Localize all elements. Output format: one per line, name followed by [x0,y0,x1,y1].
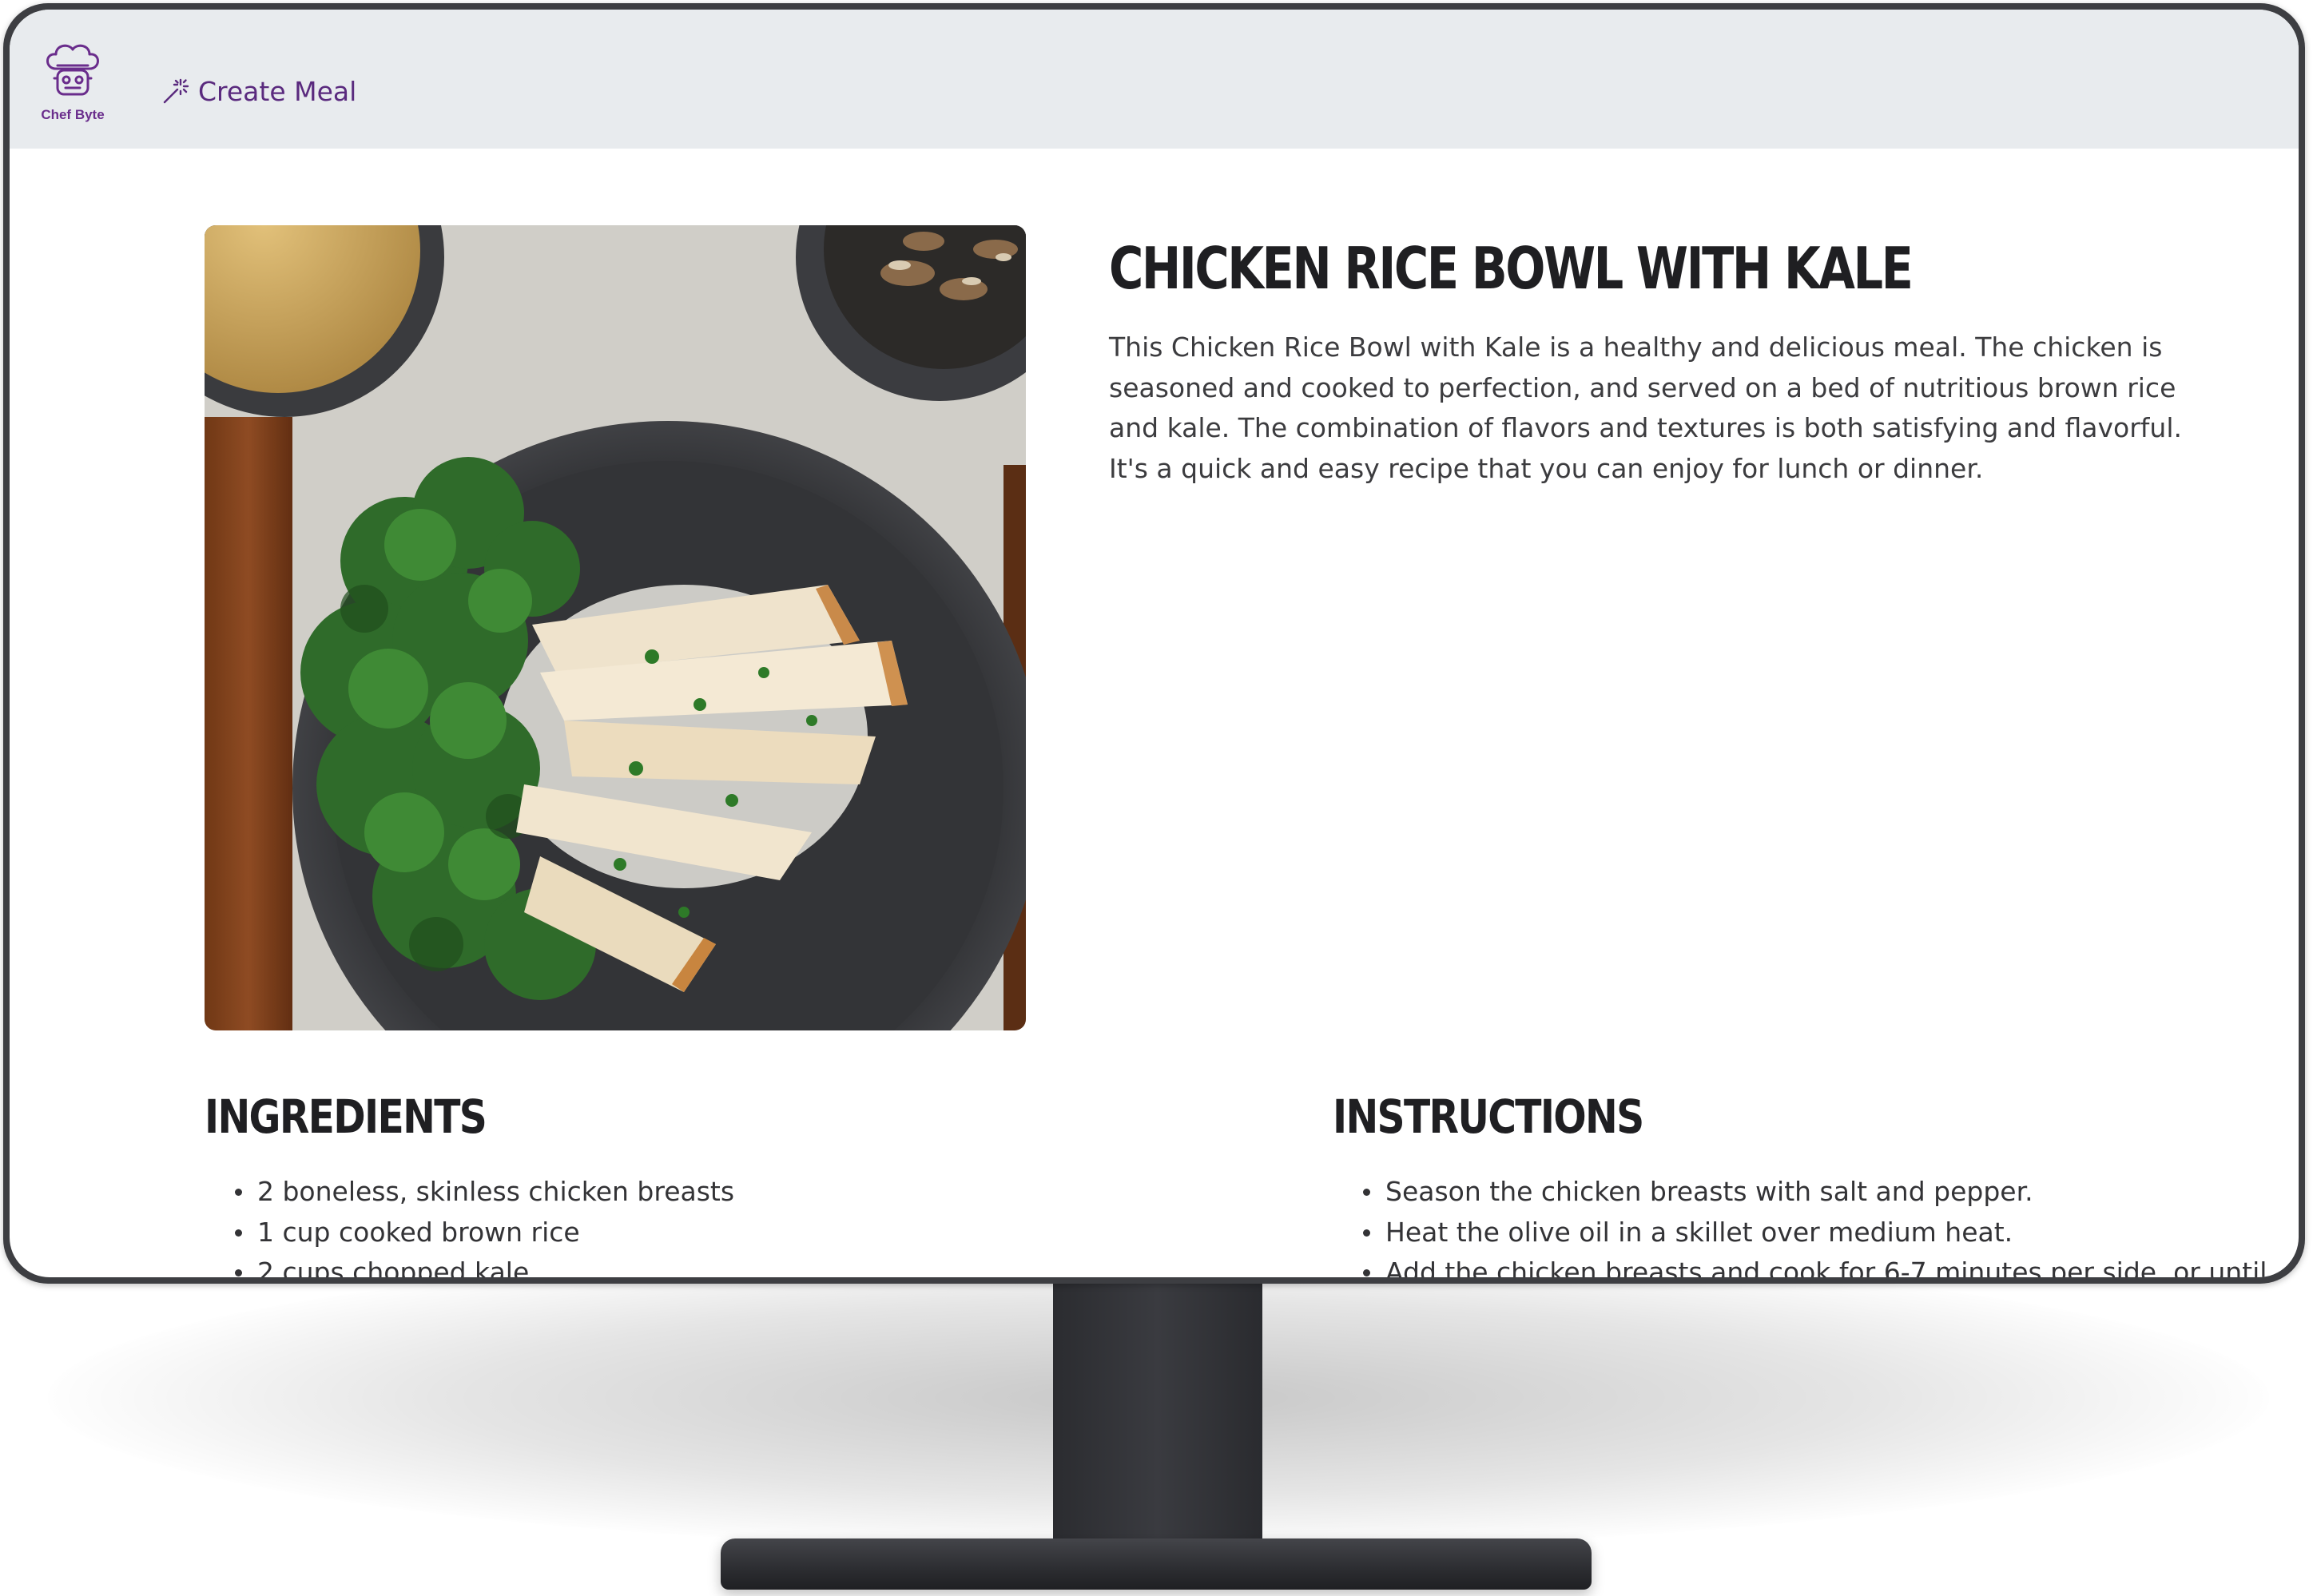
ingredient-item: 2 boneless, skinless chicken breasts [205,1172,1243,1213]
monitor-stand-neck [1053,1278,1262,1566]
instructions-heading: INSTRUCTIONS [1333,1090,1644,1144]
recipe-description: This Chicken Rice Bowl with Kale is a he… [1109,332,2182,484]
monitor-mockup: Chef Byte Create Meal CHICKEN RICE BOWL … [0,0,2313,1596]
create-meal-label: Create Meal [198,75,357,107]
instruction-item: Add the chicken breasts and cook for 6-7… [1333,1253,2299,1277]
recipe-title: Chicken Rice Bowl with Kale [1109,235,1914,302]
ingredients-list: 2 boneless, skinless chicken breasts 1 c… [205,1172,1243,1277]
brand-name: Chef Byte [41,107,105,122]
ingredient-item: 1 cup cooked brown rice [205,1213,1243,1253]
monitor-screen: Chef Byte Create Meal CHICKEN RICE BOWL … [10,10,2299,1277]
create-meal-link[interactable]: Create Meal [161,70,356,112]
ingredient-item: 2 cups chopped kale [205,1253,1243,1277]
instruction-item: Season the chicken breasts with salt and… [1333,1172,2299,1213]
chef-robot-icon [46,44,99,96]
chef-byte-logo[interactable]: Chef Byte [37,42,109,129]
ingredients-heading: INGREDIENTS [205,1090,487,1144]
instruction-item: Heat the olive oil in a skillet over med… [1333,1213,2299,1253]
app-header: Chef Byte Create Meal [10,10,2299,149]
magic-wand-icon [163,78,189,104]
recipe-photo [205,225,1026,1030]
monitor-bezel: Chef Byte Create Meal CHICKEN RICE BOWL … [3,3,2305,1284]
food-photo-illustration [205,225,1026,1030]
monitor-stand-base [721,1538,1592,1590]
instructions-list: Season the chicken breasts with salt and… [1333,1172,2299,1277]
